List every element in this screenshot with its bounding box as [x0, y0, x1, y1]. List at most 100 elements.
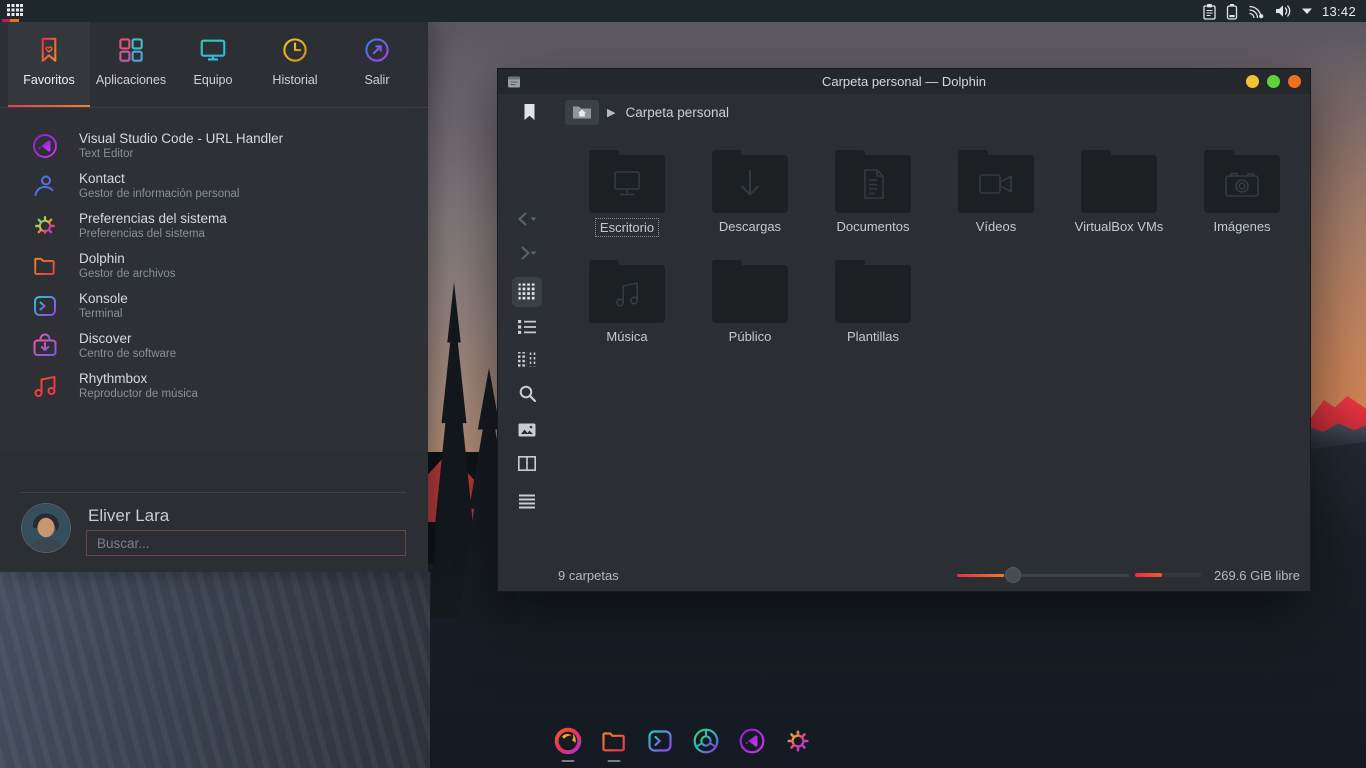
dock-chromium[interactable] [691, 726, 721, 762]
folder-label: Escritorio [595, 218, 659, 237]
app-desc: Terminal [79, 308, 128, 321]
app-item-dolphin[interactable]: Dolphin Gestor de archivos [0, 246, 428, 286]
window-app-icon [507, 75, 521, 89]
application-launcher-menu: Favoritos Aplicaciones [0, 22, 428, 572]
dock-konsole[interactable] [645, 726, 675, 762]
app-item-discover[interactable]: Discover Centro de software [0, 326, 428, 366]
network-icon[interactable] [1247, 3, 1265, 19]
minimize-button[interactable] [1246, 75, 1259, 88]
tab-label: Equipo [194, 73, 233, 87]
folder-view: Escritorio Descargas Documentos Vídeos [556, 130, 1310, 559]
disk-capacity-bar [1135, 573, 1201, 577]
dock-settings[interactable] [783, 726, 813, 762]
dolphin-window: Carpeta personal — Dolphin ▶ Carpeta per… [497, 68, 1311, 592]
app-item-rhythmbox[interactable]: Rhythmbox Reproductor de música [0, 366, 428, 406]
folder-icon [30, 251, 60, 281]
volume-icon[interactable] [1274, 3, 1292, 19]
gear-icon [783, 726, 813, 756]
app-grid-icon [116, 35, 146, 65]
split-view-button[interactable] [512, 448, 542, 478]
terminal-icon [645, 726, 675, 756]
app-item-preferencias[interactable]: Preferencias del sistema Preferencias de… [0, 206, 428, 246]
tab-historial[interactable]: Historial [254, 22, 336, 107]
dock-vscode[interactable] [737, 726, 767, 762]
free-space-label: 269.6 GiB libre [1214, 568, 1300, 583]
folder-icon [589, 155, 665, 213]
toolbar: ▶ Carpeta personal [498, 94, 1310, 130]
tab-label: Favoritos [23, 73, 74, 87]
preview-button[interactable] [512, 415, 542, 445]
caret-down-icon[interactable] [1301, 7, 1313, 15]
tab-favoritos[interactable]: Favoritos [8, 22, 90, 107]
maximize-button[interactable] [1267, 75, 1280, 88]
folder-icon [835, 265, 911, 323]
slider-thumb[interactable] [1005, 567, 1021, 583]
battery-icon[interactable] [1226, 3, 1238, 20]
wallpaper-pine-tree [430, 282, 478, 618]
tab-label: Historial [272, 73, 317, 87]
folder-label: Descargas [715, 218, 785, 235]
folder-plantillas[interactable]: Plantillas [817, 260, 929, 346]
folder-label: Documentos [833, 218, 914, 235]
view-list-button[interactable] [512, 312, 542, 342]
app-desc: Centro de software [79, 348, 176, 361]
user-name: Eliver Lara [88, 506, 169, 526]
dock-firefox[interactable] [553, 726, 583, 762]
forward-button[interactable] [512, 238, 542, 268]
view-sidebar [498, 130, 556, 559]
app-item-vscode[interactable]: Visual Studio Code - URL Handler Text Ed… [0, 126, 428, 166]
view-details-button[interactable] [512, 344, 542, 374]
clipboard-icon[interactable] [1202, 3, 1217, 20]
wallpaper-rock-face [0, 572, 430, 768]
user-avatar[interactable] [22, 504, 70, 552]
app-desc: Gestor de información personal [79, 188, 239, 201]
home-button[interactable] [565, 100, 599, 125]
bookmark-icon[interactable] [523, 103, 536, 121]
folder-escritorio[interactable]: Escritorio [571, 150, 683, 237]
statusbar: 9 carpetas 269.6 GiB libre [498, 559, 1310, 591]
app-launcher-button[interactable] [0, 0, 30, 22]
app-name: Rhythmbox [79, 371, 198, 387]
folder-icon [1204, 155, 1280, 213]
folder-label: Plantillas [843, 328, 903, 345]
app-name: Discover [79, 331, 176, 347]
tab-salir[interactable]: Salir [336, 22, 418, 107]
folder-icon [712, 155, 788, 213]
folder-imagenes[interactable]: Imágenes [1186, 150, 1298, 236]
tab-equipo[interactable]: Equipo [172, 22, 254, 107]
folder-icon [589, 265, 665, 323]
search-input[interactable] [86, 530, 406, 556]
tab-aplicaciones[interactable]: Aplicaciones [90, 22, 172, 107]
folder-musica[interactable]: Música [571, 260, 683, 346]
app-desc: Reproductor de música [79, 388, 198, 401]
person-icon [30, 171, 60, 201]
folder-virtualbox-vms[interactable]: VirtualBox VMs [1063, 150, 1175, 236]
folder-label: Imágenes [1209, 218, 1274, 235]
app-item-konsole[interactable]: Konsole Terminal [0, 286, 428, 326]
menu-button[interactable] [512, 486, 542, 516]
titlebar[interactable]: Carpeta personal — Dolphin [498, 69, 1310, 94]
dock-dolphin[interactable] [599, 726, 629, 762]
clock[interactable]: 13:42 [1322, 4, 1356, 19]
view-grid-button[interactable] [512, 277, 542, 307]
folder-label: Música [602, 328, 651, 345]
close-button[interactable] [1288, 75, 1301, 88]
back-button[interactable] [512, 204, 542, 234]
app-name: Preferencias del sistema [79, 211, 227, 227]
gear-icon [30, 211, 60, 241]
tab-label: Salir [364, 73, 389, 87]
search-button[interactable] [512, 378, 542, 408]
folder-publico[interactable]: Público [694, 260, 806, 346]
folder-descargas[interactable]: Descargas [694, 150, 806, 236]
folder-count: 9 carpetas [558, 568, 619, 583]
favorites-list: Visual Studio Code - URL Handler Text Ed… [0, 126, 428, 406]
app-item-kontact[interactable]: Kontact Gestor de información personal [0, 166, 428, 206]
app-name: Konsole [79, 291, 128, 307]
dock [0, 720, 1366, 768]
folder-documentos[interactable]: Documentos [817, 150, 929, 236]
music-note-icon [30, 371, 60, 401]
folder-videos[interactable]: Vídeos [940, 150, 1052, 236]
zoom-slider[interactable] [957, 567, 1129, 583]
breadcrumb[interactable]: Carpeta personal [625, 105, 729, 120]
tab-label: Aplicaciones [96, 73, 166, 87]
